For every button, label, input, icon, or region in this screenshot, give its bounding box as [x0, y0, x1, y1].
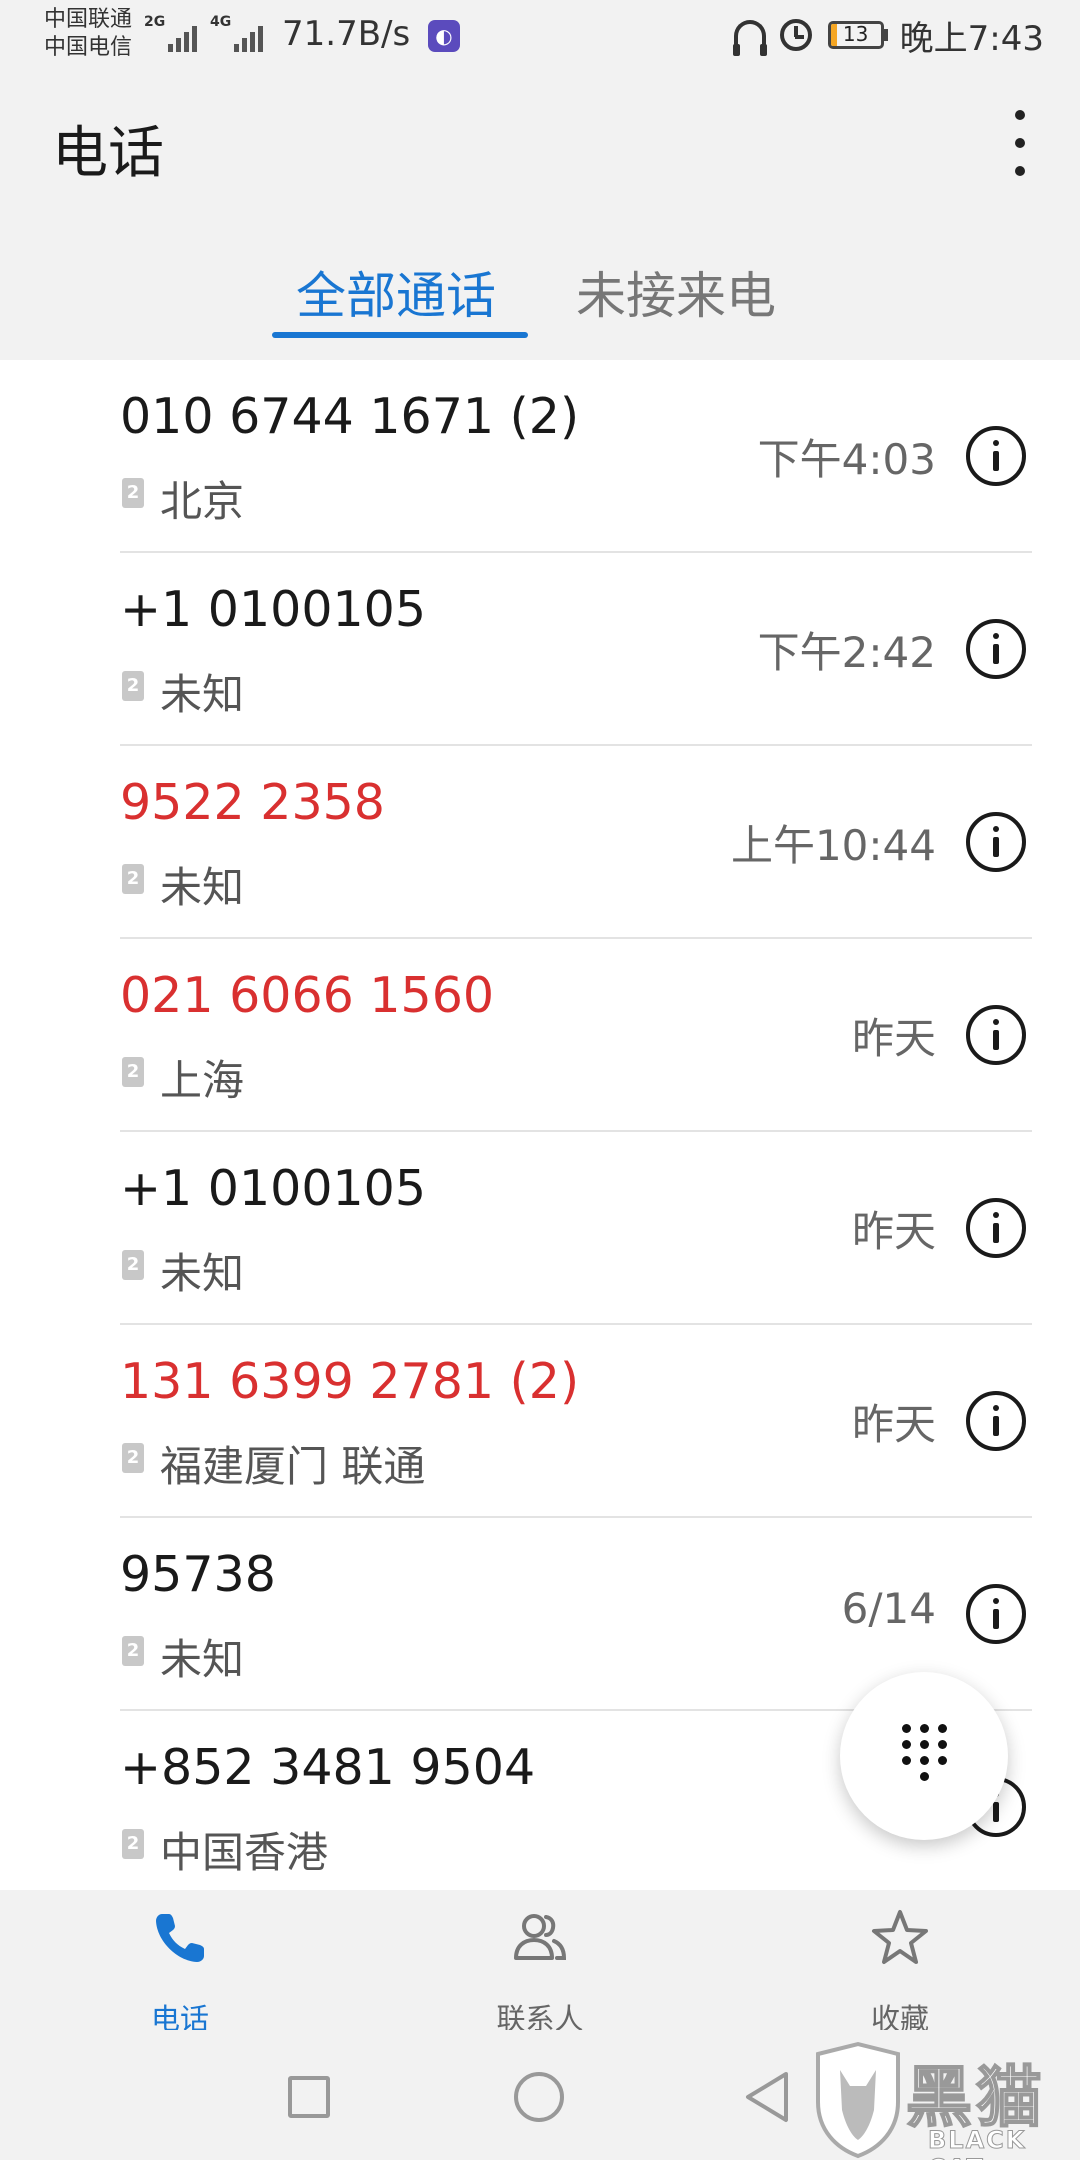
sim-2-icon: 2: [122, 478, 144, 508]
home-icon[interactable]: [514, 2072, 564, 2122]
network-type-1: 2G: [144, 14, 166, 30]
sim-2-icon: 2: [122, 1057, 144, 1087]
info-icon[interactable]: [966, 1198, 1026, 1258]
info-icon[interactable]: [966, 619, 1026, 679]
network-type-2: 4G: [210, 14, 232, 30]
star-icon: [872, 1910, 928, 1964]
call-time: 昨天: [851, 1400, 936, 1449]
status-right-group: 13 晚上7:43: [732, 12, 1044, 59]
call-location: 未知: [160, 1249, 245, 1298]
recents-icon[interactable]: [288, 2076, 330, 2118]
sim-2-icon: 2: [122, 1829, 144, 1859]
call-time: 下午4:03: [757, 435, 936, 484]
sim-2-icon: 2: [122, 671, 144, 701]
call-location: 未知: [160, 1635, 245, 1684]
battery-icon: 13: [827, 21, 884, 49]
call-log-row[interactable]: 010 6744 1671 (2) 2 北京 下午4:03: [0, 360, 1080, 553]
call-location: 上海: [160, 1056, 245, 1105]
call-log-row[interactable]: +1 0100105 2 未知 下午2:42: [0, 553, 1080, 746]
status-time: 晚上7:43: [899, 18, 1044, 59]
headset-icon: [732, 20, 767, 56]
carrier-1: 中国联通: [44, 7, 133, 32]
call-location: 福建厦门 联通: [160, 1442, 426, 1491]
sim-2-icon: 2: [122, 1250, 144, 1280]
info-icon[interactable]: [966, 426, 1026, 486]
dialpad-button[interactable]: [840, 1672, 1008, 1840]
battery-level: 13: [842, 22, 869, 46]
call-number: 131 6399 2781 (2): [120, 1353, 580, 1410]
call-time: 下午2:42: [757, 628, 936, 677]
call-number: 9522 2358: [120, 774, 385, 831]
back-icon[interactable]: [742, 2070, 792, 2124]
network-speed: 71.7B/s: [282, 14, 411, 54]
call-location: 中国香港: [160, 1828, 329, 1877]
carrier-2: 中国电信: [44, 35, 133, 60]
more-vertical-icon[interactable]: [1000, 110, 1040, 176]
call-number: 95738: [120, 1546, 276, 1603]
call-time: 6/14: [841, 1584, 936, 1633]
info-icon[interactable]: [966, 1005, 1026, 1065]
watermark-logo: 黑猫 BLACK CAT: [810, 2040, 1080, 2160]
page-title: 电话: [52, 121, 164, 186]
call-log-row[interactable]: 021 6066 1560 2 上海 昨天: [0, 939, 1080, 1132]
watermark-subtext: BLACK CAT: [928, 2126, 1027, 2160]
call-location: 北京: [160, 477, 245, 526]
call-log-row[interactable]: +1 0100105 2 未知 昨天: [0, 1132, 1080, 1325]
cat-logo-icon: [816, 2041, 900, 2159]
call-time: 昨天: [851, 1014, 936, 1063]
call-time: 上午10:44: [730, 821, 936, 870]
call-location: 未知: [160, 670, 245, 719]
call-number: 021 6066 1560: [120, 967, 495, 1024]
signal-icon: 4G: [210, 14, 266, 52]
call-log-row[interactable]: 131 6399 2781 (2) 2 福建厦门 联通 昨天: [0, 1325, 1080, 1518]
call-log-row[interactable]: 9522 2358 2 未知 上午10:44: [0, 746, 1080, 939]
status-bar: 中国联通 中国电信 2G 4G 71.7B/s ◐ 13 晚上7:43: [0, 0, 1080, 70]
call-number: +852 3481 9504: [120, 1739, 536, 1796]
tab-all-calls[interactable]: 全部通话: [296, 256, 496, 328]
phone-icon: [156, 1914, 204, 1962]
call-location: 未知: [160, 863, 245, 912]
dialpad-icon: [902, 1724, 948, 1786]
carrier-names: 中国联通 中国电信: [44, 6, 132, 62]
call-log-list[interactable]: 010 6744 1671 (2) 2 北京 下午4:03 +1 0100105…: [0, 360, 1080, 1890]
signal-icon: 2G: [144, 14, 200, 52]
call-number: +1 0100105: [120, 581, 427, 638]
tab-missed-calls[interactable]: 未接来电: [576, 256, 776, 328]
info-icon[interactable]: [966, 1391, 1026, 1451]
call-time: 昨天: [851, 1207, 936, 1256]
sim-2-icon: 2: [122, 1636, 144, 1666]
sim-2-icon: 2: [122, 864, 144, 894]
sim-2-icon: 2: [122, 1443, 144, 1473]
tab-bar: 全部通话 未接来电: [0, 250, 1080, 360]
bottom-navigation: 电话 联系人 收藏: [0, 1890, 1080, 2036]
app-notification-icon: ◐: [428, 20, 460, 52]
info-icon[interactable]: [966, 1584, 1026, 1644]
alarm-icon: [779, 19, 812, 51]
info-icon[interactable]: [966, 812, 1026, 872]
call-number: +1 0100105: [120, 1160, 427, 1217]
tab-indicator: [272, 332, 528, 338]
call-number: 010 6744 1671 (2): [120, 388, 580, 445]
contacts-icon: [514, 1914, 567, 1960]
